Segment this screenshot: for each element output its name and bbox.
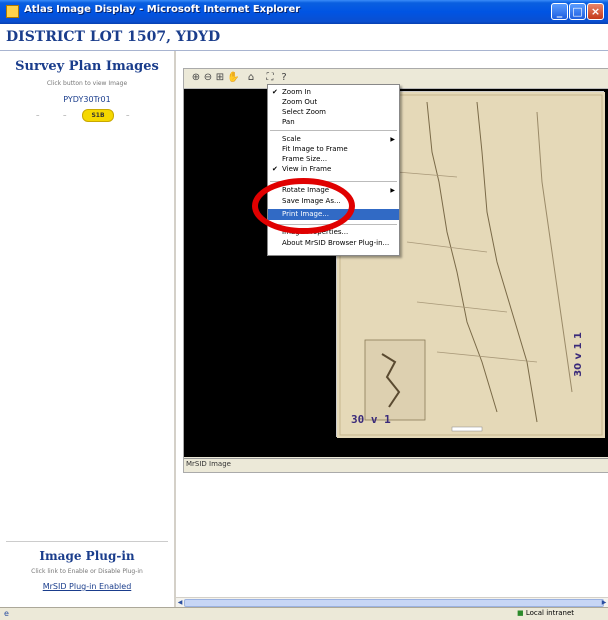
browser-statusbar: e ■ Local intranet [0,607,608,620]
viewer-status-text: MrSID Image [186,460,231,468]
divider-dash: – [36,111,40,119]
image-page-button[interactable]: S1B [82,109,114,122]
window-titlebar: Atlas Image Display - Microsoft Internet… [0,0,608,24]
menu-item-about-plugin[interactable]: About MrSID Browser Plug-in... [268,239,399,248]
security-zone: ■ Local intranet [517,609,575,617]
map-stamp-label: 30 v 1 [351,413,391,426]
submenu-arrow-icon: ▶ [390,136,395,143]
ie-app-icon [6,5,19,18]
zoom-in-icon[interactable]: ⊕ [190,72,202,84]
map-vertical-label: 30 v 1 1 [573,332,584,377]
image-id-label: PYDY30Tr01 [63,95,111,104]
plugin-title: Image Plug-in [39,549,135,563]
plugin-instruction: Click link to Enable or Disable Plug-in [31,568,143,575]
pan-icon[interactable]: ✋ [227,72,239,84]
survey-plan-title: Survey Plan Images [15,59,159,74]
divider-dash: – [126,111,130,119]
scroll-thumb[interactable] [184,599,604,607]
plugin-toggle-link[interactable]: MrSID Plug-in Enabled [0,582,174,591]
menu-item-zoom-out[interactable]: Zoom Out [268,98,399,107]
menu-item-pan[interactable]: Pan [268,118,399,127]
close-button[interactable]: × [587,3,604,20]
menu-item-fit-image[interactable]: Fit Image to Frame [268,145,399,154]
page-header: DISTRICT LOT 1507, YDYD [0,24,608,51]
view-instruction: Click button to view Image [46,80,128,87]
separator-line [6,541,168,542]
annotation-circle [252,178,355,234]
divider-dash: – [63,111,67,119]
checkmark-icon: ✔ [272,88,278,96]
window-title: Atlas Image Display - Microsoft Internet… [24,4,301,15]
maximize-button[interactable]: □ [569,3,586,20]
menu-item-frame-size[interactable]: Frame Size... [268,155,399,164]
menu-item-zoom-in[interactable]: ✔ Zoom In [268,88,399,97]
checkmark-icon: ✔ [272,165,278,173]
page-title: DISTRICT LOT 1507, YDYD [6,29,221,45]
zoom-out-icon[interactable]: ⊖ [202,72,214,84]
viewer-status: MrSID Image [184,458,608,471]
fit-icon[interactable]: ⛶ [264,72,276,84]
menu-item-scale[interactable]: Scale ▶ [268,135,399,144]
minimize-button[interactable]: _ [551,3,568,20]
submenu-arrow-icon: ▶ [390,187,395,194]
help-icon[interactable]: ? [278,72,290,84]
left-panel: Survey Plan Images Click button to view … [0,51,176,607]
select-zoom-icon[interactable]: ⊞ [214,72,226,84]
menu-item-view-in-frame[interactable]: ✔ View in Frame [268,165,399,174]
page-status-icon: e [4,609,9,618]
home-icon[interactable]: ⌂ [245,72,257,84]
intranet-icon: ■ [517,609,524,617]
menu-item-select-zoom[interactable]: Select Zoom [268,108,399,117]
menu-separator [270,130,397,131]
